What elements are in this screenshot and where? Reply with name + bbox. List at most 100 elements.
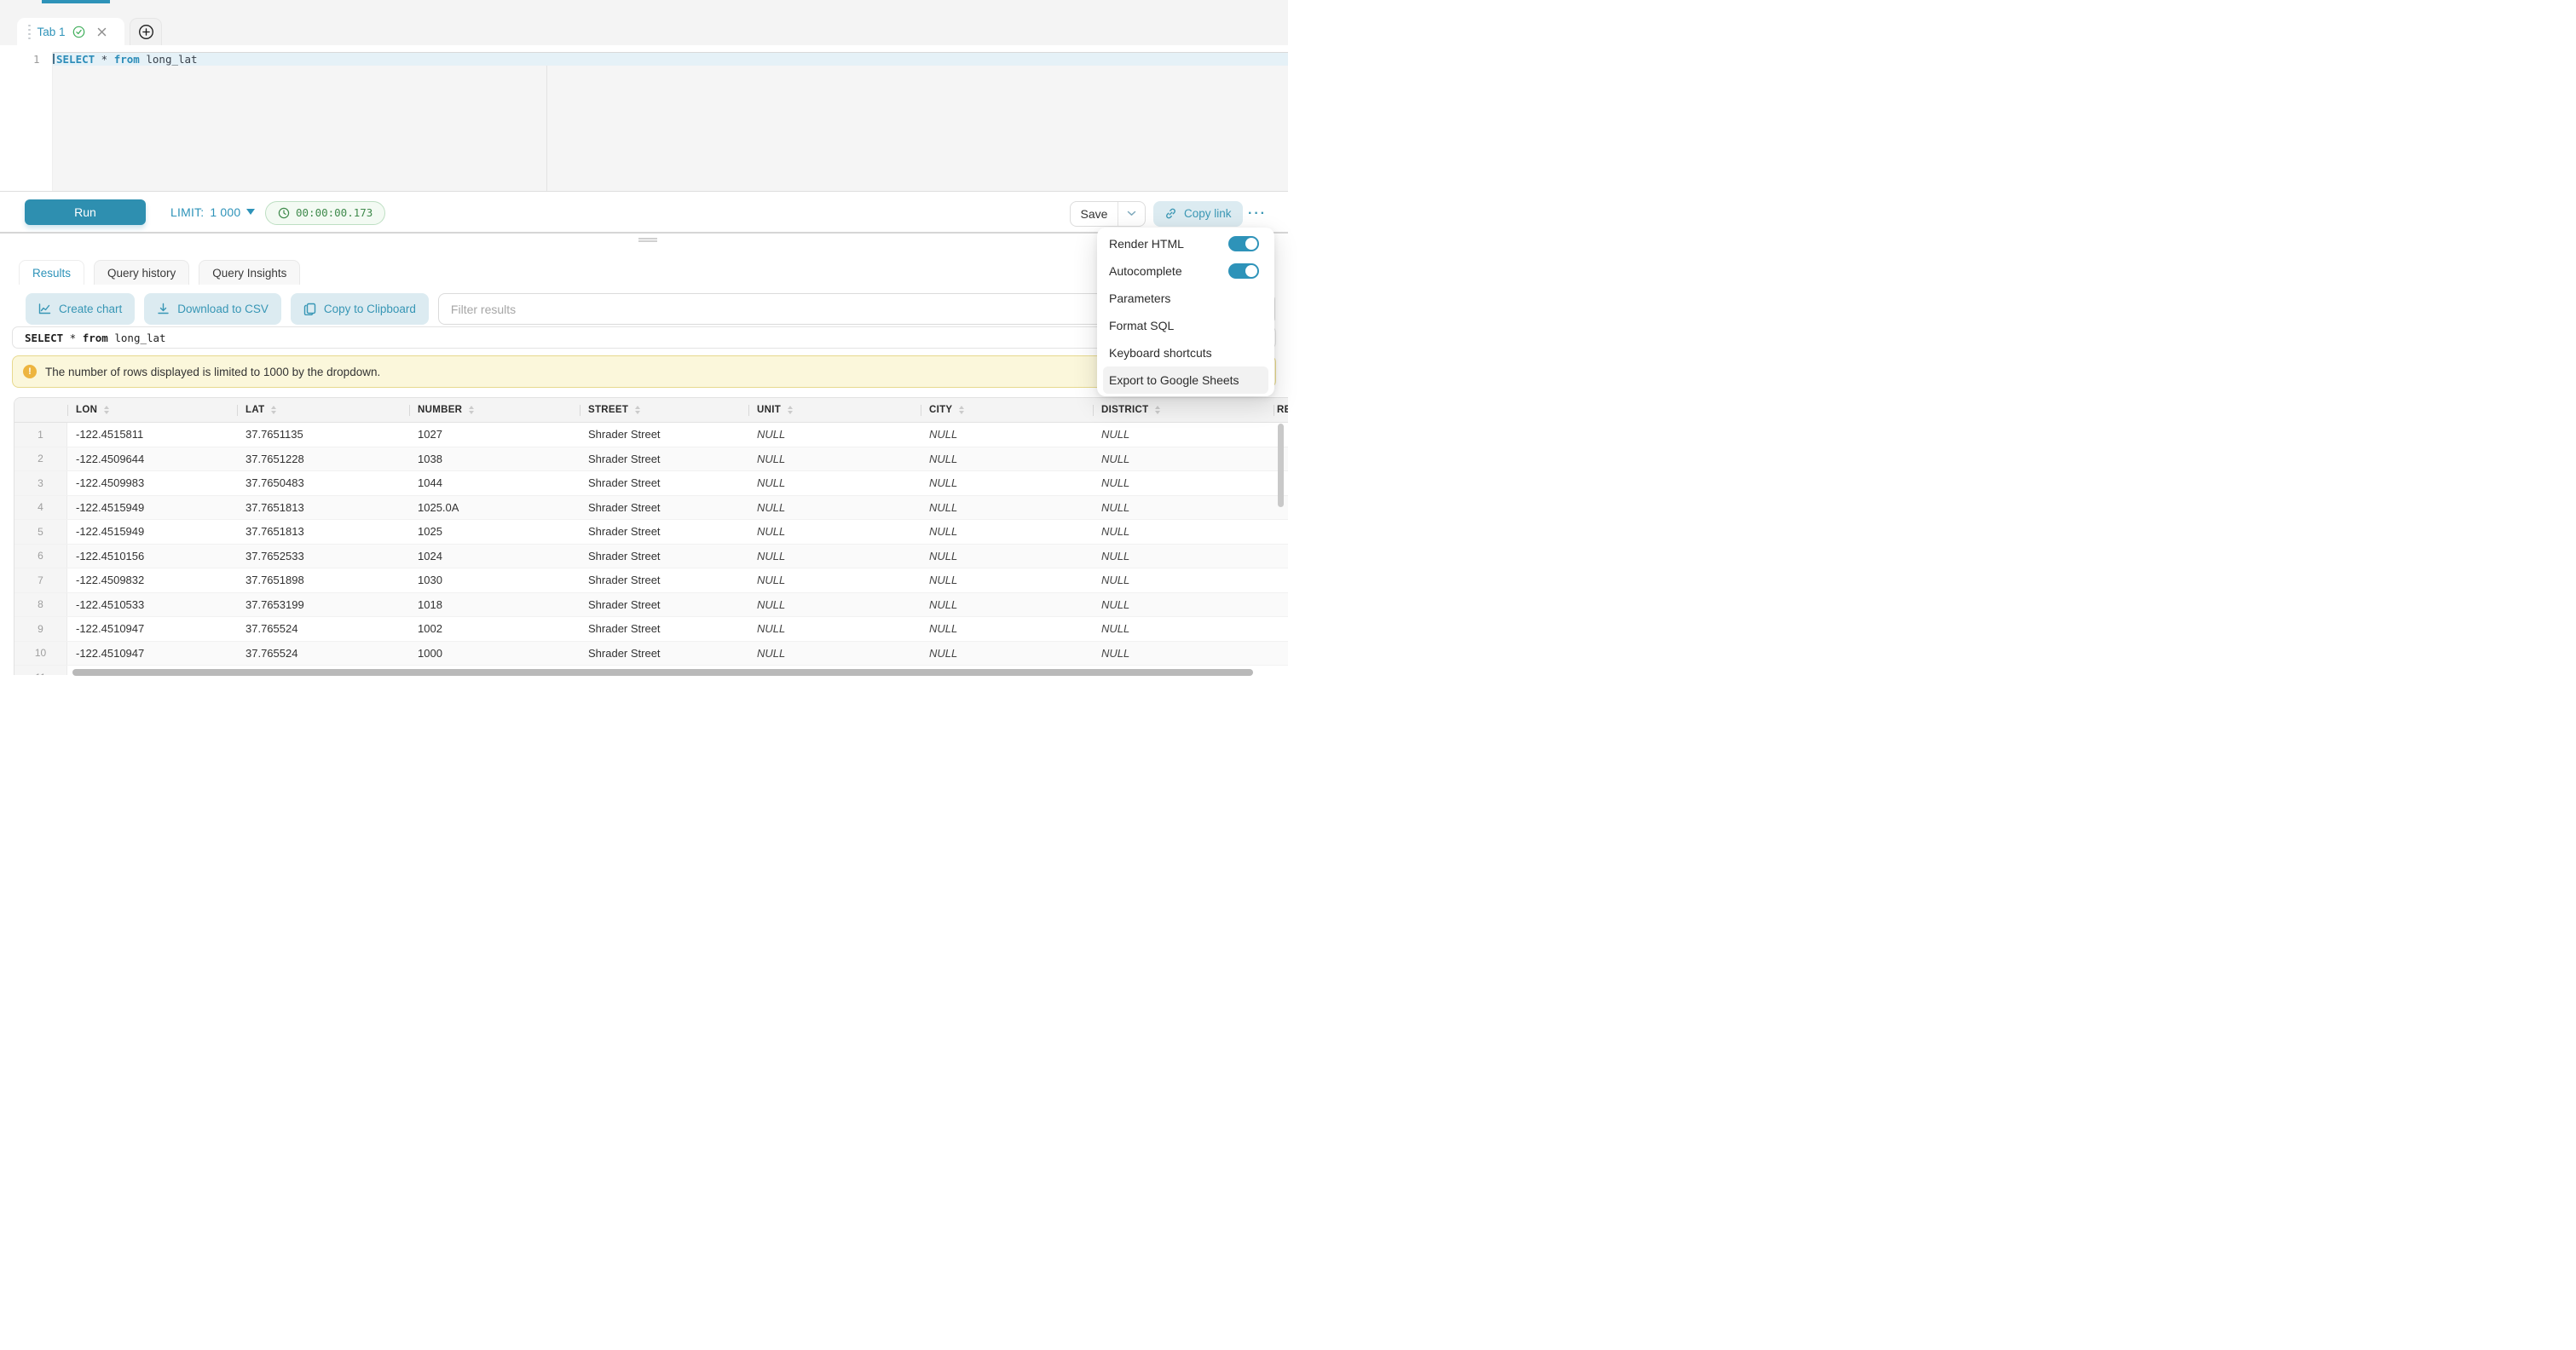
copy-clipboard-button[interactable]: Copy to Clipboard: [291, 293, 429, 325]
tab-results[interactable]: Results: [19, 260, 84, 285]
table-body: 1-122.451581137.76511351027Shrader Stree…: [14, 423, 1288, 675]
sort-icon[interactable]: [1155, 406, 1160, 414]
column-label: NUMBER: [418, 405, 462, 415]
limit-label: LIMIT:: [170, 205, 204, 219]
cell-lat: 37.7651813: [237, 520, 409, 544]
column-header-lat[interactable]: LAT: [237, 398, 409, 422]
cell-unit: NULL: [748, 520, 921, 544]
cell-district: NULL: [1093, 423, 1274, 447]
toggle-switch-on[interactable]: [1228, 263, 1259, 279]
more-options-menu: Render HTML Autocomplete Parameters Format …: [1097, 228, 1274, 396]
table-row[interactable]: 9-122.451094737.7655241002Shrader Street…: [14, 617, 1288, 642]
editor-empty-area[interactable]: [0, 66, 1288, 191]
cell-city: NULL: [921, 447, 1093, 471]
save-button[interactable]: Save: [1071, 202, 1118, 226]
cell-city: NULL: [921, 423, 1093, 447]
sort-icon[interactable]: [271, 406, 276, 414]
cell-lon: -122.4509983: [67, 471, 237, 495]
menu-item-render-html[interactable]: Render HTML: [1103, 230, 1268, 257]
cell-re: [1274, 642, 1288, 666]
cell-city: NULL: [921, 520, 1093, 544]
menu-item-format-sql[interactable]: Format SQL: [1103, 312, 1268, 339]
sort-icon[interactable]: [469, 406, 474, 414]
column-label: LON: [76, 405, 97, 415]
sort-icon[interactable]: [635, 406, 640, 414]
menu-item-label: Autocomplete: [1109, 264, 1182, 278]
table-row[interactable]: 6-122.451015637.76525331024Shrader Stree…: [14, 545, 1288, 569]
cell-number: 1002: [409, 617, 580, 641]
more-options-button[interactable]: ···: [1241, 201, 1274, 227]
table-row[interactable]: 10-122.451094737.7655241000Shrader Stree…: [14, 642, 1288, 666]
cell-lon: -122.4515949: [67, 496, 237, 520]
sort-icon[interactable]: [788, 406, 793, 414]
cell-lat: 37.7652533: [237, 545, 409, 568]
vertical-scrollbar-thumb[interactable]: [1278, 424, 1284, 507]
menu-item-autocomplete[interactable]: Autocomplete: [1103, 257, 1268, 285]
limit-dropdown[interactable]: LIMIT: 1 000: [170, 199, 255, 225]
editor-tab-tab1[interactable]: Tab 1: [17, 18, 124, 46]
cell-city: NULL: [921, 642, 1093, 666]
menu-item-parameters[interactable]: Parameters: [1103, 285, 1268, 312]
new-tab-button[interactable]: [130, 18, 162, 45]
column-header-lon[interactable]: LON: [67, 398, 237, 422]
row-number: 6: [14, 545, 67, 568]
column-header-number[interactable]: NUMBER: [409, 398, 580, 422]
panel-resize-handle[interactable]: [638, 238, 657, 239]
executed-sql-display: SELECT * from long_lat: [12, 326, 1276, 349]
clock-icon: [278, 207, 290, 219]
create-chart-button[interactable]: Create chart: [26, 293, 135, 325]
tab-drag-handle-icon[interactable]: [28, 25, 31, 40]
row-number: 11: [14, 666, 67, 675]
row-number: 4: [14, 496, 67, 520]
cell-lat: 37.765524: [237, 617, 409, 641]
column-label: UNIT: [757, 405, 781, 415]
row-number: 7: [14, 568, 67, 592]
timer-value: 00:00:00.173: [296, 206, 373, 219]
menu-item-label: Format SQL: [1109, 319, 1174, 332]
panel-divider: [0, 232, 1288, 234]
cell-unit: NULL: [748, 471, 921, 495]
sort-icon[interactable]: [104, 406, 109, 414]
menu-item-keyboard-shortcuts[interactable]: Keyboard shortcuts: [1103, 339, 1268, 366]
toggle-switch-on[interactable]: [1228, 236, 1259, 251]
horizontal-scrollbar-thumb[interactable]: [72, 669, 1253, 676]
save-options-button[interactable]: [1118, 202, 1145, 226]
cell-district: NULL: [1093, 593, 1274, 617]
clipboard-icon: [303, 303, 316, 315]
column-header-street[interactable]: STREET: [580, 398, 748, 422]
cell-unit: NULL: [748, 423, 921, 447]
column-label: CITY: [929, 405, 952, 415]
sql-code-line[interactable]: SELECT * from long_lat: [56, 53, 198, 66]
column-header-re[interactable]: RE: [1274, 398, 1288, 422]
column-header-district[interactable]: DISTRICT: [1093, 398, 1274, 422]
run-button[interactable]: Run: [25, 199, 146, 225]
cell-unit: NULL: [748, 617, 921, 641]
cell-lat: 37.7651135: [237, 423, 409, 447]
table-row[interactable]: 1-122.451581137.76511351027Shrader Stree…: [14, 423, 1288, 447]
tab-query-insights[interactable]: Query Insights: [199, 260, 300, 285]
close-tab-icon[interactable]: [97, 27, 107, 37]
table-row[interactable]: 5-122.451594937.76518131025Shrader Stree…: [14, 520, 1288, 545]
table-row[interactable]: 3-122.450998337.76504831044Shrader Stree…: [14, 471, 1288, 496]
cell-number: 1018: [409, 593, 580, 617]
column-label: RE: [1277, 405, 1288, 415]
table-row[interactable]: 2-122.450964437.76512281038Shrader Stree…: [14, 447, 1288, 472]
panel-resize-handle[interactable]: [638, 240, 657, 242]
table-row[interactable]: 4-122.451594937.76518131025.0AShrader St…: [14, 496, 1288, 521]
tab-query-history[interactable]: Query history: [94, 260, 189, 285]
row-number: 2: [14, 447, 67, 471]
download-csv-button[interactable]: Download to CSV: [144, 293, 281, 325]
cell-unit: NULL: [748, 545, 921, 568]
cell-re: [1274, 520, 1288, 544]
cell-lon: -122.4510156: [67, 545, 237, 568]
copy-link-button[interactable]: Copy link: [1153, 201, 1243, 227]
sort-icon[interactable]: [959, 406, 964, 414]
menu-item-export-to-google-sheets[interactable]: Export to Google Sheets: [1103, 366, 1268, 394]
menu-item-label: Render HTML: [1109, 237, 1184, 251]
table-row[interactable]: 7-122.450983237.76518981030Shrader Stree…: [14, 568, 1288, 593]
column-header-unit[interactable]: UNIT: [748, 398, 921, 422]
table-row[interactable]: 8-122.451053337.76531991018Shrader Stree…: [14, 593, 1288, 618]
save-split-button: Save: [1070, 201, 1146, 227]
column-header-city[interactable]: CITY: [921, 398, 1093, 422]
cell-lon: -122.4510533: [67, 593, 237, 617]
